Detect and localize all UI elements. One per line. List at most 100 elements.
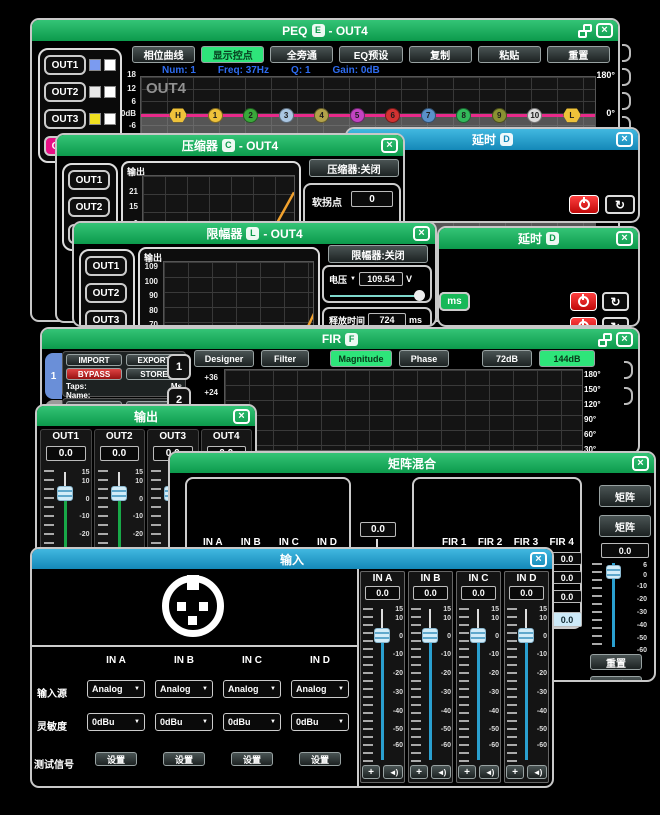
fader-knob[interactable] bbox=[606, 565, 621, 579]
compressor-bypass-button[interactable]: 压缩器:关闭 bbox=[309, 159, 399, 177]
voltage-slider-track[interactable] bbox=[330, 295, 416, 297]
matrix-mid-value[interactable]: 0.0 bbox=[360, 522, 396, 537]
delay-power-button[interactable] bbox=[570, 317, 597, 327]
close-icon[interactable]: × bbox=[233, 409, 250, 424]
mute-speaker-button[interactable]: ◄) bbox=[527, 765, 547, 779]
fir-import-button[interactable]: IMPORT bbox=[66, 354, 122, 366]
delay-reset-button[interactable]: ↻ bbox=[602, 292, 629, 311]
release-value[interactable]: 724 bbox=[368, 313, 406, 327]
input-fader[interactable]: 15100-10-20-30-40-50-60 bbox=[457, 604, 500, 764]
input-titlebar[interactable]: 输入 × bbox=[32, 549, 552, 569]
soft-knee-value[interactable]: 0 bbox=[351, 191, 393, 207]
test-signal-set-button[interactable]: 设置 bbox=[299, 752, 341, 766]
delay-reset-button[interactable]: ↻ bbox=[605, 195, 635, 214]
matrix-gain-cell[interactable]: 0.0 bbox=[552, 552, 582, 565]
channel-select-row[interactable]: OUT2 bbox=[85, 283, 129, 303]
channel-select-row[interactable]: OUT2 bbox=[44, 82, 116, 102]
input-gain-value[interactable]: 0.0 bbox=[461, 586, 496, 600]
peq-toolbar-button[interactable]: 复制 bbox=[409, 46, 472, 63]
channel-link-brackets[interactable] bbox=[622, 44, 631, 134]
eq-point[interactable]: L bbox=[563, 108, 581, 123]
polarity-button[interactable]: + bbox=[458, 765, 476, 779]
close-icon[interactable]: × bbox=[616, 332, 633, 347]
channel-button[interactable]: OUT3 bbox=[44, 109, 86, 129]
close-icon[interactable]: × bbox=[596, 23, 613, 38]
matrix-gain-value[interactable]: 0.0 bbox=[601, 543, 649, 558]
output-gain-value[interactable]: 0.0 bbox=[46, 446, 86, 461]
fir-graph[interactable] bbox=[224, 369, 583, 451]
link-bracket-icon[interactable] bbox=[622, 44, 631, 62]
channel-link-brackets[interactable] bbox=[624, 361, 633, 405]
peq-toolbar-button[interactable]: 全旁通 bbox=[270, 46, 333, 63]
fir-slot-tab-1[interactable]: 1 bbox=[45, 353, 62, 399]
eq-point[interactable]: 7 bbox=[421, 108, 436, 123]
output-titlebar[interactable]: 输出 × bbox=[37, 406, 255, 426]
fader-rail[interactable] bbox=[525, 637, 528, 760]
output-gain-value[interactable]: 0.0 bbox=[100, 446, 140, 461]
matrix-gain-cell[interactable]: 0.0 bbox=[552, 612, 582, 627]
test-signal-set-button[interactable]: 设置 bbox=[163, 752, 205, 766]
delay-reset-button[interactable]: ↻ bbox=[602, 317, 629, 327]
limiter-curve-plot[interactable] bbox=[163, 261, 314, 327]
fir-toolbar-button[interactable]: 72dB bbox=[482, 350, 532, 367]
chevron-down-icon[interactable]: ▼ bbox=[350, 276, 356, 282]
matrix-button-2[interactable]: 矩阵 bbox=[599, 515, 651, 537]
peq-toolbar-button[interactable]: 显示控点 bbox=[201, 46, 264, 63]
fader-knob[interactable] bbox=[111, 486, 127, 501]
test-signal-set-button[interactable]: 设置 bbox=[95, 752, 137, 766]
channel-button[interactable]: OUT1 bbox=[44, 55, 86, 75]
input-fader[interactable]: 15100-10-20-30-40-50-60 bbox=[361, 604, 404, 764]
restore-icon[interactable] bbox=[578, 24, 592, 38]
sensitivity-dropdown[interactable]: 0dBu ▼ bbox=[155, 713, 213, 731]
link-bracket-icon[interactable] bbox=[624, 361, 633, 379]
matrix-gain-cell[interactable]: 0.0 bbox=[552, 590, 582, 603]
fader-rail[interactable] bbox=[381, 637, 384, 760]
compressor-titlebar[interactable]: 压缩器 C - OUT4 × bbox=[57, 135, 403, 156]
channel-select-row[interactable]: OUT3 bbox=[85, 310, 129, 327]
input-gain-value[interactable]: 0.0 bbox=[413, 586, 448, 600]
peq-toolbar-button[interactable]: EQ预设 bbox=[339, 46, 402, 63]
channel-button[interactable]: OUT1 bbox=[85, 256, 127, 276]
voltage-slider-knob[interactable] bbox=[414, 290, 425, 301]
polarity-button[interactable]: + bbox=[506, 765, 524, 779]
matrix-gain-cell[interactable]: 0.0 bbox=[552, 571, 582, 584]
peq-toolbar-button[interactable]: 重置 bbox=[547, 46, 610, 63]
close-icon[interactable]: × bbox=[632, 456, 649, 471]
eq-point[interactable]: 2 bbox=[243, 108, 258, 123]
link-bracket-icon[interactable] bbox=[624, 387, 633, 405]
polarity-button[interactable]: + bbox=[362, 765, 380, 779]
input-gain-value[interactable]: 0.0 bbox=[365, 586, 400, 600]
channel-select-row[interactable]: OUT1 bbox=[44, 55, 116, 75]
source-dropdown[interactable]: Analog ▼ bbox=[87, 680, 145, 698]
mute-speaker-button[interactable]: ◄) bbox=[383, 765, 403, 779]
close-icon[interactable]: × bbox=[530, 552, 547, 567]
channel-color-swatch[interactable] bbox=[89, 113, 101, 125]
delay-power-button[interactable] bbox=[570, 292, 597, 311]
sensitivity-dropdown[interactable]: 0dBu ▼ bbox=[291, 713, 349, 731]
close-icon[interactable]: × bbox=[413, 226, 430, 241]
channel-select-row[interactable]: OUT3 bbox=[44, 109, 116, 129]
fir-toolbar-button[interactable]: Magnitude bbox=[330, 350, 392, 367]
matrix-titlebar[interactable]: 矩阵混合 × bbox=[170, 453, 654, 473]
close-icon[interactable]: × bbox=[381, 138, 398, 153]
limiter-bypass-button[interactable]: 限幅器:关闭 bbox=[328, 245, 428, 263]
channel-button[interactable]: OUT2 bbox=[68, 197, 110, 217]
input-fader[interactable]: 15100-10-20-30-40-50-60 bbox=[505, 604, 548, 764]
close-icon[interactable]: × bbox=[616, 231, 633, 246]
channel-select-row[interactable]: OUT1 bbox=[85, 256, 129, 276]
mute-speaker-button[interactable]: ◄) bbox=[431, 765, 451, 779]
eq-point[interactable]: 5 bbox=[350, 108, 365, 123]
test-signal-set-button[interactable]: 设置 bbox=[231, 752, 273, 766]
channel-color-swatch[interactable] bbox=[89, 59, 101, 71]
channel-select-row[interactable]: OUT2 bbox=[68, 197, 112, 217]
sensitivity-dropdown[interactable]: 0dBu ▼ bbox=[87, 713, 145, 731]
close-icon[interactable]: × bbox=[616, 132, 633, 147]
delay-titlebar[interactable]: 延时 D × bbox=[439, 228, 638, 249]
fir-toolbar-button[interactable]: Phase bbox=[399, 350, 449, 367]
source-dropdown[interactable]: Analog ▼ bbox=[291, 680, 349, 698]
matrix-button-1[interactable]: 矩阵 bbox=[599, 485, 651, 507]
eq-point[interactable]: 1 bbox=[208, 108, 223, 123]
eq-point[interactable]: 3 bbox=[279, 108, 294, 123]
source-dropdown[interactable]: Analog ▼ bbox=[155, 680, 213, 698]
matrix-reset-button[interactable]: 重置 bbox=[590, 654, 642, 670]
